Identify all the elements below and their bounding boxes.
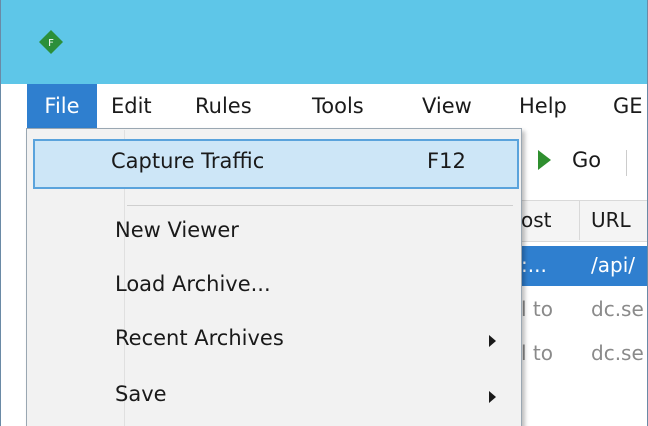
column-header-url[interactable]: URL (591, 208, 631, 232)
column-divider (579, 200, 580, 240)
app-window: F File Edit Rules Tools View Help GE Go … (0, 0, 648, 426)
cell-host: :... (521, 253, 547, 277)
go-button-label: Go (572, 148, 602, 172)
menu-item-label: Recent Archives (115, 326, 284, 350)
cell-host[interactable]: l to (521, 341, 553, 365)
menu-help[interactable]: Help (519, 84, 567, 128)
file-menu-dropdown: Capture Traffic F12 New Viewer Load Arch… (26, 128, 522, 426)
menu-rules[interactable]: Rules (195, 84, 252, 128)
menu-bar: File Edit Rules Tools View Help GE (1, 84, 647, 128)
menu-item-save[interactable]: Save (31, 375, 517, 419)
menu-separator (127, 205, 513, 206)
submenu-arrow-icon (489, 335, 496, 347)
menu-item-label: Load Archive... (115, 272, 271, 296)
cell-host[interactable]: l to (521, 297, 553, 321)
logo-letter: F (48, 38, 54, 49)
app-logo-icon: F (39, 30, 63, 54)
title-bar: F (1, 0, 647, 84)
menu-file[interactable]: File (27, 84, 97, 128)
menu-item-label: New Viewer (115, 218, 239, 242)
menu-item-new-viewer[interactable]: New Viewer (31, 211, 517, 255)
menu-item-label: Save (115, 382, 167, 406)
menu-item-shortcut: F12 (427, 149, 466, 173)
toolbar-separator (626, 150, 627, 176)
column-header-host[interactable]: ost (521, 208, 552, 232)
menu-edit[interactable]: Edit (111, 84, 152, 128)
submenu-arrow-icon (489, 391, 496, 403)
cell-url: /api/ (591, 253, 635, 277)
cell-url[interactable]: dc.se (591, 341, 644, 365)
menu-view[interactable]: View (422, 84, 472, 128)
cell-url[interactable]: dc.se (591, 297, 644, 321)
menu-item-capture-traffic[interactable]: Capture Traffic F12 (33, 139, 519, 189)
play-arrow-icon (538, 150, 551, 170)
menu-tools[interactable]: Tools (312, 84, 364, 128)
menu-ge[interactable]: GE (613, 84, 643, 128)
menu-item-recent-archives[interactable]: Recent Archives (31, 319, 517, 363)
menu-item-load-archive[interactable]: Load Archive... (31, 265, 517, 309)
menu-item-label: Capture Traffic (111, 149, 265, 173)
